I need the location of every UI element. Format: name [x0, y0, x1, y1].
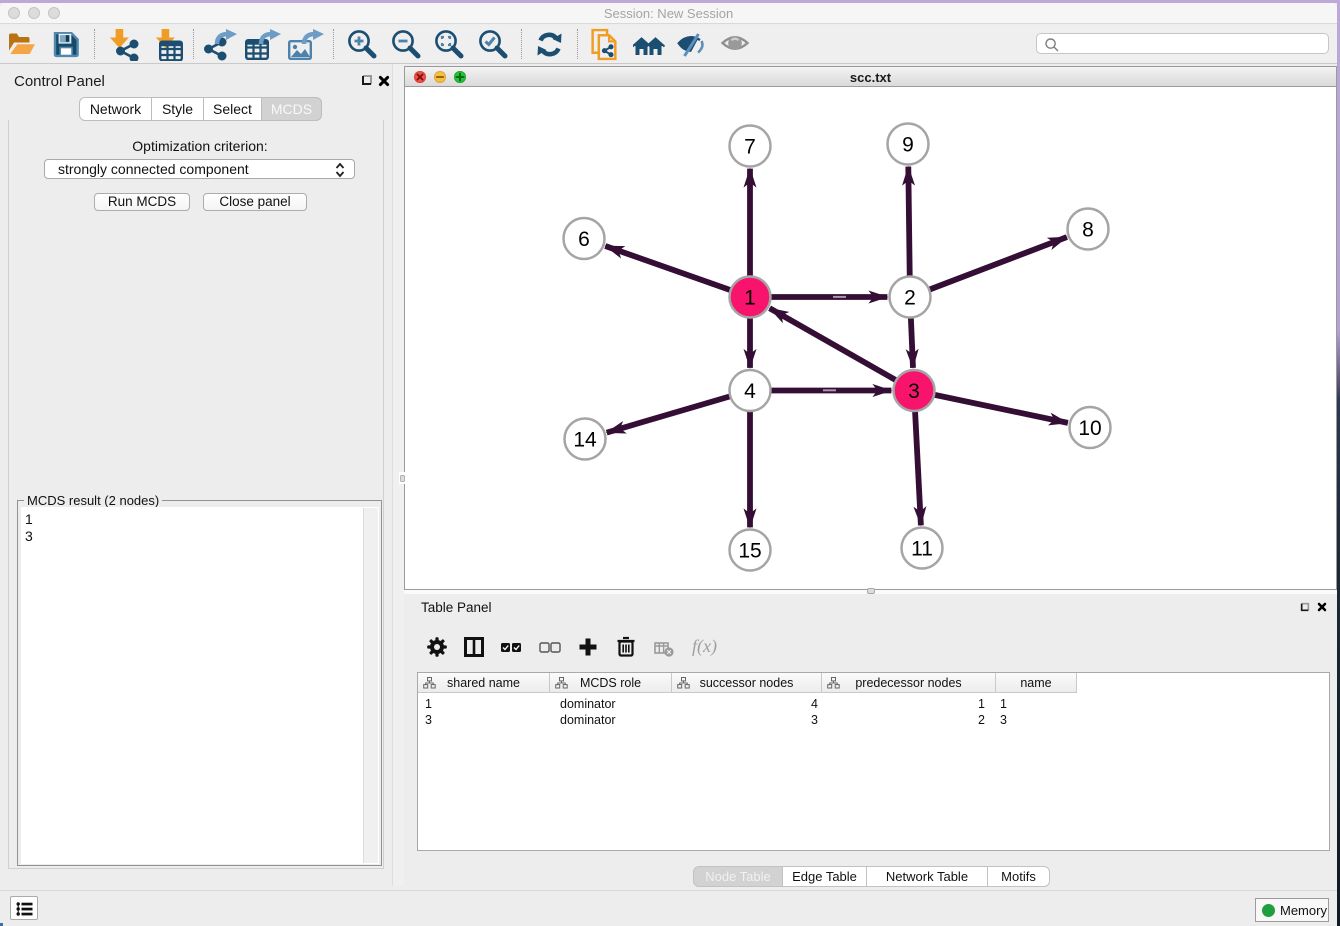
svg-text:11: 11 — [911, 538, 933, 561]
svg-text:15: 15 — [738, 540, 761, 563]
svg-text:1: 1 — [744, 287, 756, 310]
svg-text:8: 8 — [1082, 219, 1094, 242]
svg-text:7: 7 — [744, 136, 756, 159]
svg-text:4: 4 — [744, 380, 756, 403]
svg-text:3: 3 — [908, 380, 920, 403]
svg-text:9: 9 — [902, 134, 914, 157]
svg-text:2: 2 — [904, 287, 916, 310]
svg-text:14: 14 — [573, 429, 597, 452]
svg-text:6: 6 — [578, 228, 590, 251]
svg-text:10: 10 — [1078, 417, 1101, 440]
